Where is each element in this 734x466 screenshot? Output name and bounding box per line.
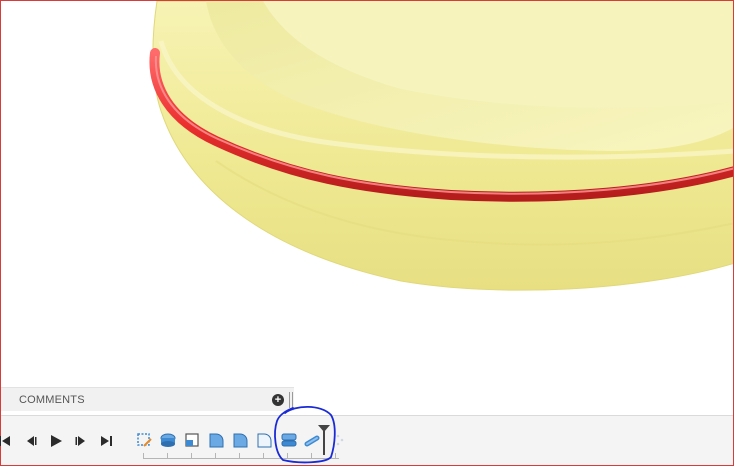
timeline-marker[interactable] [317,424,331,456]
add-comment-icon[interactable]: + [272,394,284,406]
split-body-icon[interactable] [183,431,201,449]
extrude-icon[interactable] [159,431,177,449]
fillet-icon[interactable] [231,431,249,449]
step-back-icon[interactable] [23,433,39,449]
panel-resize-handle[interactable] [289,392,293,408]
comments-label: COMMENTS [19,393,85,406]
timeline-bar [0,415,733,465]
loading-icon [335,433,345,447]
play-icon[interactable] [48,433,64,449]
go-to-start-icon[interactable] [0,433,13,449]
comments-panel: COMMENTS + [1,387,294,411]
fillet-icon[interactable] [207,431,225,449]
step-forward-icon[interactable] [73,433,89,449]
fillet-icon[interactable] [255,431,273,449]
go-to-end-icon[interactable] [98,433,114,449]
timeline-ruler [143,453,339,459]
shell-icon[interactable] [280,431,298,449]
sketch-icon[interactable] [135,431,153,449]
